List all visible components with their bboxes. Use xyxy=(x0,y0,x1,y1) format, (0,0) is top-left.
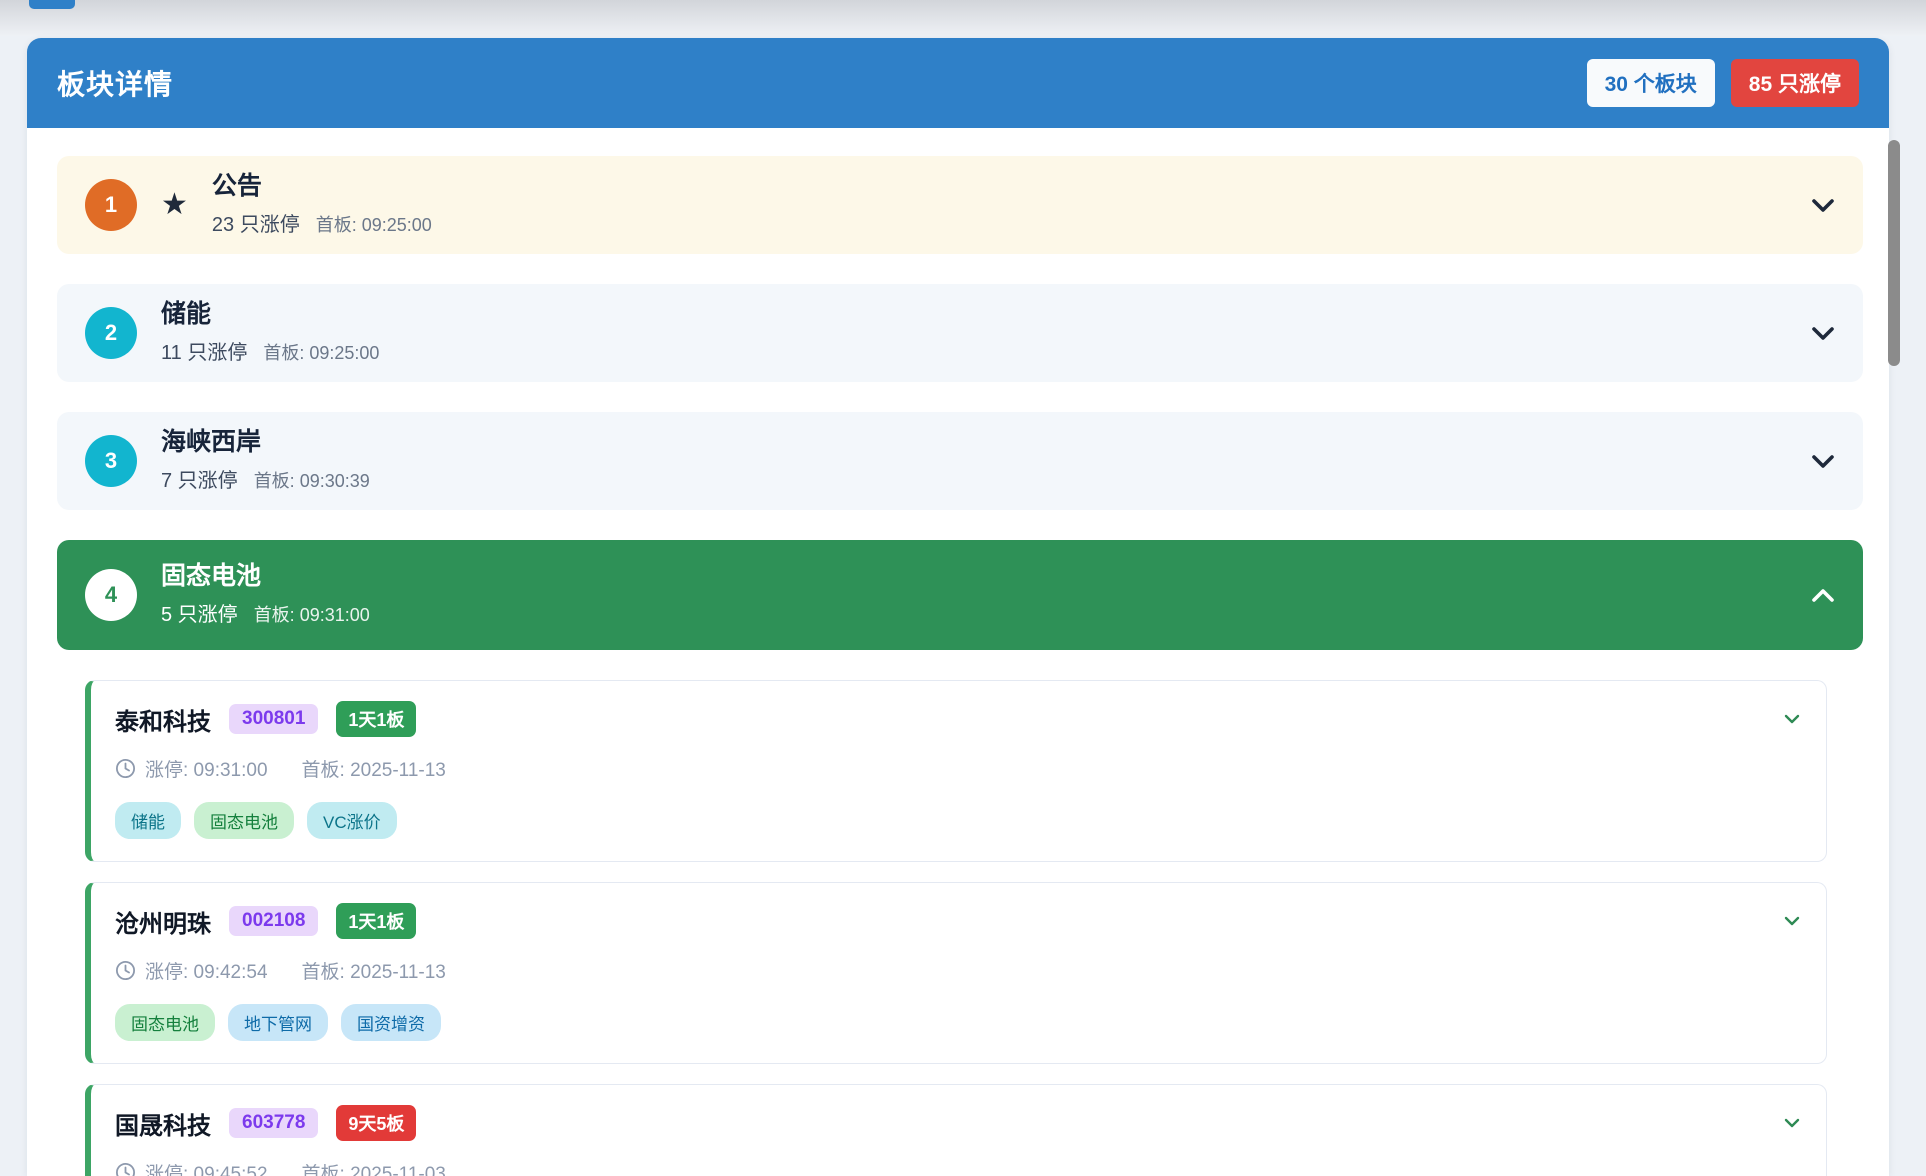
rank-badge: 4 xyxy=(85,569,137,621)
sector-limit-up-count: 11 只涨停 xyxy=(161,336,247,365)
streak-badge: 9天5板 xyxy=(336,1105,416,1141)
sector-row-chuneng[interactable]: 2 储能 11 只涨停 首板: 09:25:00 xyxy=(57,284,1863,382)
sector-limit-up-count: 5 只涨停 xyxy=(161,598,238,627)
sector-detail-panel: 板块详情 30 个板块 85 只涨停 1 ★ 公告 23 只涨停 首板: 09:… xyxy=(27,38,1889,1176)
page-title: 板块详情 xyxy=(57,63,173,103)
panel-header: 板块详情 30 个板块 85 只涨停 xyxy=(27,38,1889,128)
sector-first-board-time: 首板: 09:31:00 xyxy=(254,601,370,627)
chevron-down-icon[interactable] xyxy=(1784,1115,1800,1133)
sector-list: 1 ★ 公告 23 只涨停 首板: 09:25:00 2 储能 11 只涨停 首… xyxy=(27,128,1889,1176)
clock-icon xyxy=(115,758,136,779)
sector-first-board-time: 首板: 09:25:00 xyxy=(263,339,379,365)
stock-code-badge: 300801 xyxy=(229,704,318,734)
first-board-date: 首板: 2025-11-03 xyxy=(302,1159,446,1176)
sector-row-haixiaxian[interactable]: 3 海峡西岸 7 只涨停 首板: 09:30:39 xyxy=(57,412,1863,510)
sector-name: 固态电池 xyxy=(161,563,370,591)
concept-tags: 储能 固态电池 VC涨价 xyxy=(115,802,1800,839)
stock-list: 泰和科技 300801 1天1板 涨停: 09:31:00 首板: 2025-1… xyxy=(85,680,1827,1176)
sector-name: 储能 xyxy=(161,301,379,329)
limit-up-count-badge: 85 只涨停 xyxy=(1731,59,1859,107)
chevron-down-icon[interactable] xyxy=(1811,454,1835,469)
chevron-down-icon[interactable] xyxy=(1811,326,1835,341)
sector-first-board-time: 首板: 09:25:00 xyxy=(316,211,432,237)
sector-text: 公告 23 只涨停 首板: 09:25:00 xyxy=(212,173,432,237)
stock-card-cangzhoumingzhu[interactable]: 沧州明珠 002108 1天1板 涨停: 09:42:54 首板: 2025-1… xyxy=(85,882,1827,1064)
limit-up-time: 涨停: 09:45:52 xyxy=(145,1159,268,1176)
sector-row-gutaidianchi[interactable]: 4 固态电池 5 只涨停 首板: 09:31:00 xyxy=(57,540,1863,650)
clock-icon xyxy=(115,1162,136,1176)
scrollbar-thumb[interactable] xyxy=(1888,140,1900,366)
sector-first-board-time: 首板: 09:30:39 xyxy=(254,467,370,493)
rank-badge: 2 xyxy=(85,307,137,359)
sector-count-badge: 30 个板块 xyxy=(1587,59,1715,107)
concept-tag: 固态电池 xyxy=(194,802,294,839)
concept-tag: 地下管网 xyxy=(228,1004,328,1041)
stock-name: 泰和科技 xyxy=(115,702,211,737)
sector-limit-up-count: 23 只涨停 xyxy=(212,208,300,237)
chevron-down-icon[interactable] xyxy=(1811,198,1835,213)
header-badges: 30 个板块 85 只涨停 xyxy=(1587,59,1859,107)
sector-limit-up-count: 7 只涨停 xyxy=(161,464,238,493)
rank-badge: 1 xyxy=(85,179,137,231)
sector-text: 海峡西岸 7 只涨停 首板: 09:30:39 xyxy=(161,429,370,493)
sector-text: 固态电池 5 只涨停 首板: 09:31:00 xyxy=(161,563,370,627)
concept-tag: 储能 xyxy=(115,802,181,839)
concept-tag: 固态电池 xyxy=(115,1004,215,1041)
stock-name: 沧州明珠 xyxy=(115,904,211,939)
page-top-gradient xyxy=(0,0,1926,36)
concept-tag: VC涨价 xyxy=(307,802,397,839)
clock-icon xyxy=(115,960,136,981)
scrolled-element-remnant xyxy=(29,0,75,9)
rank-badge: 3 xyxy=(85,435,137,487)
stock-card-taihekeji[interactable]: 泰和科技 300801 1天1板 涨停: 09:31:00 首板: 2025-1… xyxy=(85,680,1827,862)
sector-text: 储能 11 只涨停 首板: 09:25:00 xyxy=(161,301,379,365)
stock-code-badge: 002108 xyxy=(229,906,318,936)
streak-badge: 1天1板 xyxy=(336,701,416,737)
chevron-down-icon[interactable] xyxy=(1784,711,1800,729)
limit-up-time: 涨停: 09:42:54 xyxy=(145,957,268,984)
stock-card-guoshengkeji[interactable]: 国晟科技 603778 9天5板 涨停: 09:45:52 首板: 2025-1… xyxy=(85,1084,1827,1176)
chevron-down-icon[interactable] xyxy=(1784,913,1800,931)
concept-tag: 国资增资 xyxy=(341,1004,441,1041)
sector-name: 公告 xyxy=(212,173,432,201)
star-icon: ★ xyxy=(161,190,188,220)
sector-name: 海峡西岸 xyxy=(161,429,370,457)
streak-badge: 1天1板 xyxy=(336,903,416,939)
sector-row-gonggao[interactable]: 1 ★ 公告 23 只涨停 首板: 09:25:00 xyxy=(57,156,1863,254)
limit-up-time: 涨停: 09:31:00 xyxy=(145,755,268,782)
concept-tags: 固态电池 地下管网 国资增资 xyxy=(115,1004,1800,1041)
stock-name: 国晟科技 xyxy=(115,1106,211,1141)
chevron-up-icon[interactable] xyxy=(1811,588,1835,603)
first-board-date: 首板: 2025-11-13 xyxy=(302,755,446,782)
stock-code-badge: 603778 xyxy=(229,1108,318,1138)
first-board-date: 首板: 2025-11-13 xyxy=(302,957,446,984)
